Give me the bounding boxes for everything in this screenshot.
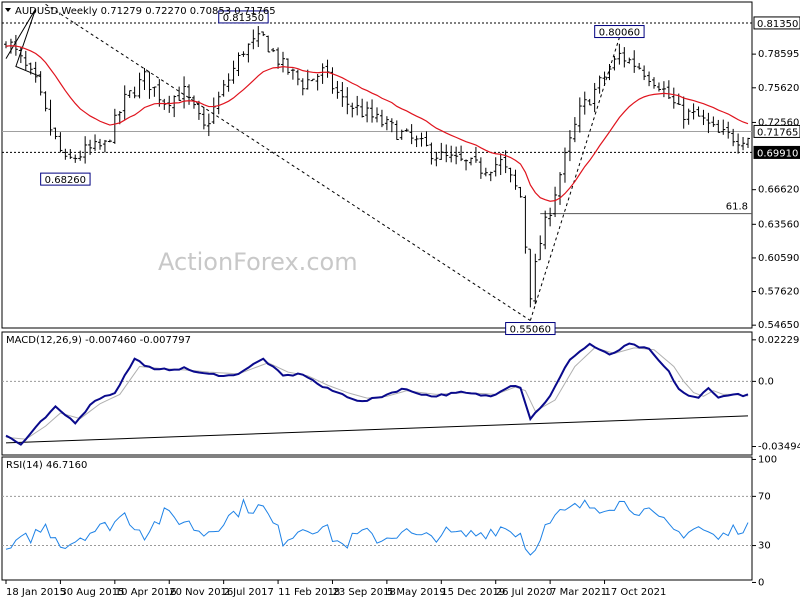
y-tick-label: 0.66620 bbox=[758, 185, 799, 196]
y-tick-label: 0.78595 bbox=[758, 49, 799, 60]
x-tick-label: 11 Feb 2018 bbox=[278, 587, 340, 598]
y-tick-label: 0.75620 bbox=[758, 83, 799, 94]
x-tick-label: 17 Oct 2021 bbox=[605, 587, 667, 598]
price-header: AUDUSD,Weekly 0.71279 0.72270 0.70853 0.… bbox=[15, 6, 276, 17]
rsi-header: RSI(14) 46.7160 bbox=[6, 460, 87, 471]
macd-header: MACD(12,26,9) -0.007460 -0.007797 bbox=[6, 335, 191, 346]
fib-label: 61.8 bbox=[726, 202, 748, 213]
x-tick-label: 5 May 2019 bbox=[387, 587, 446, 598]
x-tick-label: 7 Mar 2021 bbox=[550, 587, 607, 598]
y-tick-label: 0.022295 bbox=[758, 335, 800, 346]
macd-trendline bbox=[5, 415, 749, 444]
pane-frame-0 bbox=[1, 1, 753, 329]
y-tick-label: 0.63560 bbox=[758, 219, 799, 230]
y-tick-label: 30 bbox=[758, 541, 771, 552]
pane-frame-2 bbox=[1, 456, 753, 581]
y-tick-label: 0.60590 bbox=[758, 253, 799, 264]
ohlc-bars bbox=[4, 26, 750, 308]
current-price-tag-label: 0.71765 bbox=[757, 127, 798, 138]
x-tick-label: 2 Jul 2017 bbox=[224, 587, 274, 598]
x-tick-label: 10 Apr 2016 bbox=[115, 587, 177, 598]
trendline-up bbox=[529, 37, 620, 321]
moving-average-line bbox=[5, 45, 749, 202]
resistance-tag-label: 0.81350 bbox=[757, 19, 798, 30]
chart-canvas: 61.8 0.81350 0.68260 0.80060 0.55060 0.78595 0… bbox=[1, 1, 800, 598]
y-tick-label: 0 bbox=[758, 577, 764, 588]
chart-panes: 61.8 0.81350 0.68260 0.80060 0.55060 0.78595 0… bbox=[1, 1, 800, 598]
y-tick-label: 70 bbox=[758, 491, 771, 502]
macd-signal-line bbox=[5, 347, 749, 440]
y-tick-label: 100 bbox=[758, 454, 777, 465]
rsi-line bbox=[5, 498, 749, 556]
price-annotation-label: 0.80060 bbox=[599, 28, 640, 39]
support-tag-label: 0.69910 bbox=[757, 148, 798, 159]
y-tick-label: 0.54650 bbox=[758, 320, 799, 331]
y-tick-label: 0.57620 bbox=[758, 287, 799, 298]
x-tick-label: 18 Jan 2015 bbox=[6, 587, 66, 598]
price-annotation-label: 0.55060 bbox=[510, 325, 551, 336]
price-annotation-label: 0.68260 bbox=[45, 175, 86, 186]
collapse-icon bbox=[5, 8, 11, 12]
y-tick-label: -0.034948 bbox=[758, 442, 800, 453]
watermark: ActionForex.com bbox=[158, 248, 358, 276]
x-tick-label: 26 Jul 2020 bbox=[496, 587, 553, 598]
y-tick-label: 0.0 bbox=[758, 376, 774, 387]
